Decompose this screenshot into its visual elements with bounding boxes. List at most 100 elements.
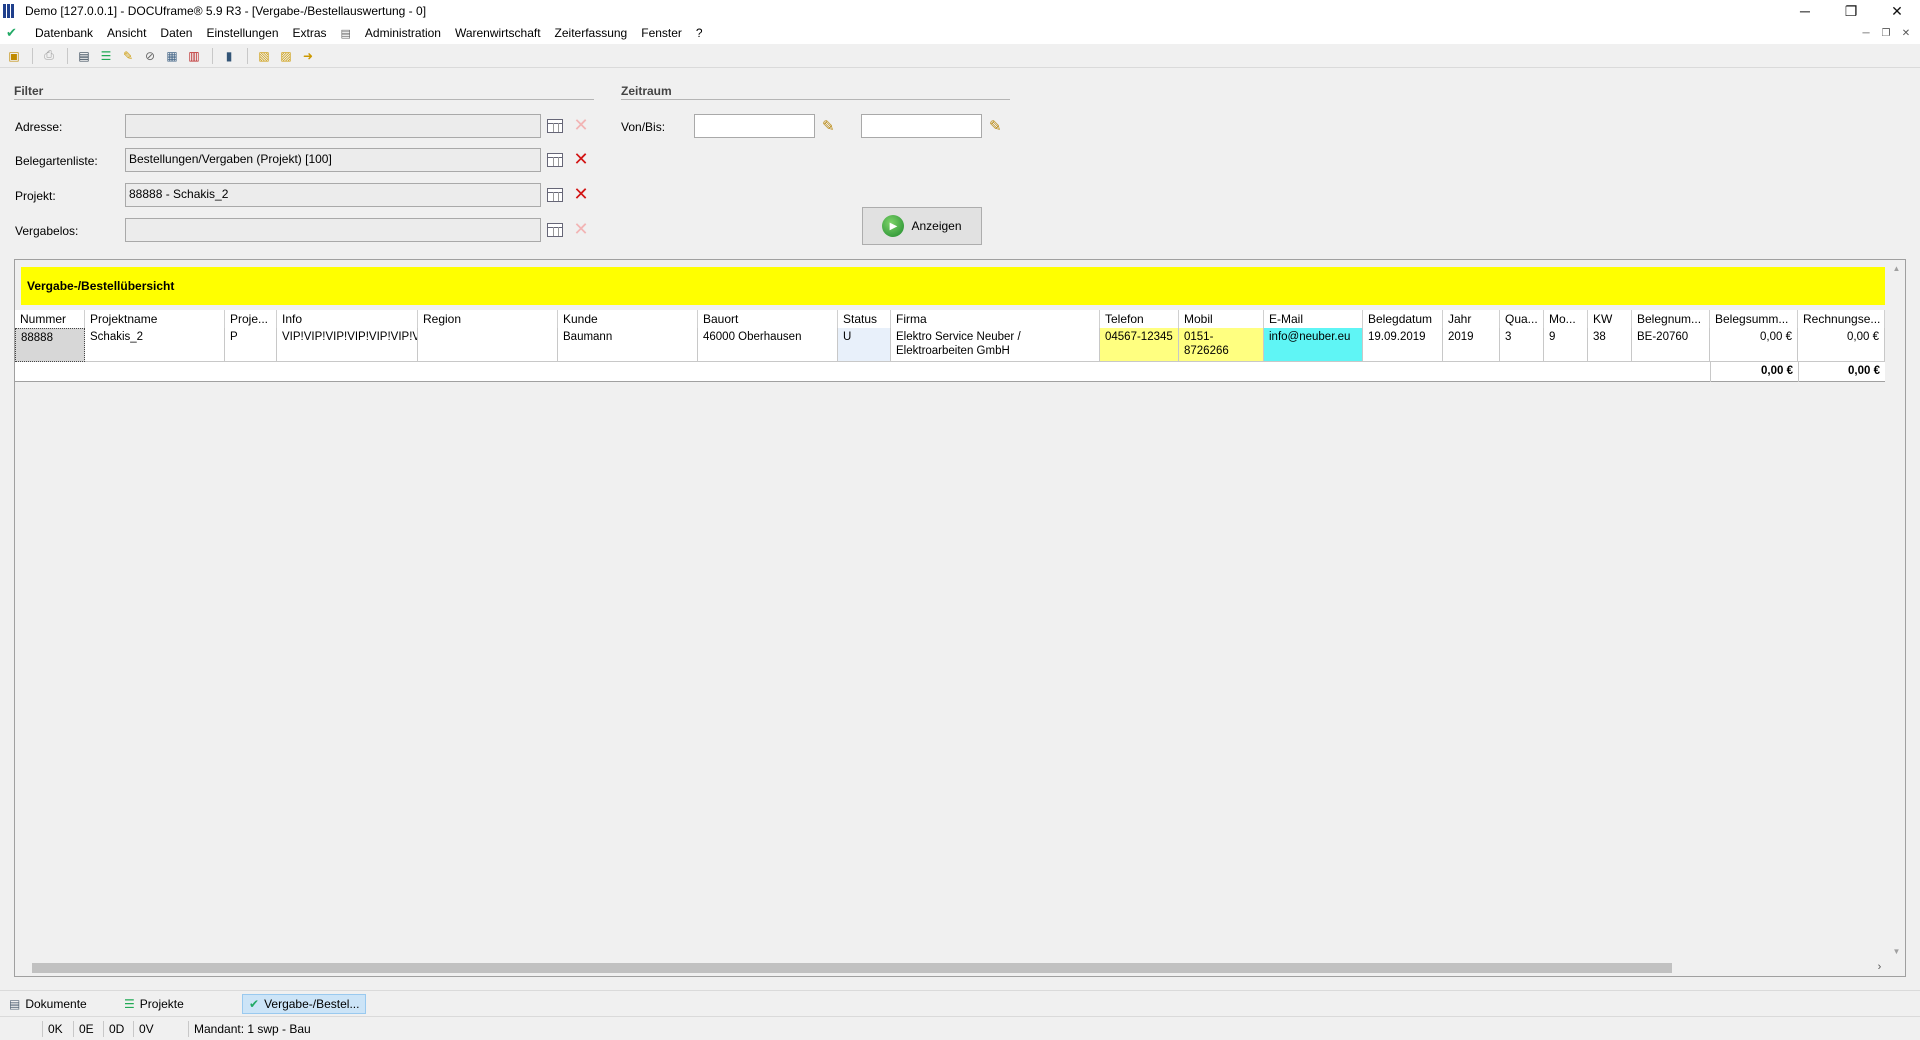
calendar-icon[interactable]: ▥ <box>184 46 204 66</box>
vergabelos-select-icon[interactable] <box>547 223 563 237</box>
cell-rechnungssumme[interactable]: 0,00 € <box>1798 328 1885 362</box>
menu-ansicht[interactable]: Ansicht <box>100 26 153 40</box>
col-header-mobil[interactable]: Mobil <box>1179 310 1264 328</box>
maximize-button[interactable]: ❐ <box>1828 0 1874 22</box>
cell-belegdatum[interactable]: 19.09.2019 <box>1363 328 1443 362</box>
print-icon[interactable]: ⎙ <box>39 46 59 66</box>
scroll-down-icon[interactable]: ▼ <box>1888 943 1905 960</box>
tab-projekte[interactable]: ☰ Projekte <box>118 994 190 1014</box>
col-header-belegnummer[interactable]: Belegnum... <box>1632 310 1710 328</box>
cell-jahr[interactable]: 2019 <box>1443 328 1500 362</box>
projekt-field[interactable]: 88888 - Schakis_2 <box>125 183 541 207</box>
attachment-icon[interactable]: ⊘ <box>140 46 160 66</box>
col-header-firma[interactable]: Firma <box>891 310 1100 328</box>
list-icon: ☰ <box>124 997 135 1011</box>
mdi-minimize-icon[interactable]: ─ <box>1858 25 1874 41</box>
anzeigen-button[interactable]: ▶ Anzeigen <box>862 207 982 245</box>
belegartenliste-clear-icon[interactable]: ✕ <box>572 150 590 168</box>
cell-kw[interactable]: 38 <box>1588 328 1632 362</box>
menu-administration[interactable]: Administration <box>358 26 448 40</box>
cell-email[interactable]: info@neuber.eu <box>1264 328 1363 362</box>
close-button[interactable]: ✕ <box>1874 0 1920 22</box>
menu-einstellungen[interactable]: Einstellungen <box>199 26 285 40</box>
col-header-monat[interactable]: Mo... <box>1544 310 1588 328</box>
vergabelos-field[interactable] <box>125 218 541 242</box>
scroll-right-icon[interactable]: › <box>1871 959 1888 976</box>
col-header-info[interactable]: Info <box>277 310 418 328</box>
app-menu-icon[interactable]: ✔ <box>6 26 24 40</box>
adresse-select-icon[interactable] <box>547 119 563 133</box>
col-header-quartal[interactable]: Qua... <box>1500 310 1544 328</box>
mdi-close-icon[interactable]: ✕ <box>1898 25 1914 41</box>
cell-monat[interactable]: 9 <box>1544 328 1588 362</box>
cell-status[interactable]: U <box>838 328 891 362</box>
table-row[interactable]: 88888 Schakis_2 P VIP!VIP!VIP!VIP!VIP!VI… <box>15 328 1885 362</box>
von-edit-pencil-icon[interactable]: ✎ <box>822 118 840 136</box>
cell-bauort[interactable]: 46000 Oberhausen <box>698 328 838 362</box>
new-folder-icon[interactable]: ▧ <box>254 46 274 66</box>
col-header-rechnungssumme[interactable]: Rechnungse... <box>1798 310 1885 328</box>
scroll-up-icon[interactable]: ▲ <box>1888 260 1905 277</box>
col-header-email[interactable]: E-Mail <box>1264 310 1363 328</box>
cell-telefon[interactable]: 04567-12345 <box>1100 328 1179 362</box>
filter-form: Filter Adresse: ✕ Belegartenliste: Beste… <box>0 69 1908 257</box>
cell-info[interactable]: VIP!VIP!VIP!VIP!VIP!VIP!VI <box>277 328 418 362</box>
open-folder-icon[interactable]: ▨ <box>276 46 296 66</box>
col-header-nummer[interactable]: Nummer <box>15 310 85 328</box>
menu-fenster[interactable]: Fenster <box>634 26 689 40</box>
menu-extras[interactable]: Extras <box>286 26 334 40</box>
projekt-clear-icon[interactable]: ✕ <box>572 185 590 203</box>
toolbar-separator <box>212 47 213 64</box>
col-header-kw[interactable]: KW <box>1588 310 1632 328</box>
database-icon[interactable]: ▣ <box>4 46 24 66</box>
phone-icon[interactable]: ▮ <box>219 46 239 66</box>
mdi-restore-icon[interactable]: ❐ <box>1878 25 1894 41</box>
vertical-scrollbar[interactable]: ▲ ▼ <box>1888 260 1905 960</box>
menu-help[interactable]: ? <box>689 26 710 40</box>
adresse-field[interactable] <box>125 114 541 138</box>
adresse-clear-icon[interactable]: ✕ <box>572 116 590 134</box>
cell-firma[interactable]: Elektro Service Neuber / Elektroarbeiten… <box>891 328 1100 362</box>
menu-daten[interactable]: Daten <box>153 26 199 40</box>
vergabelos-clear-icon[interactable]: ✕ <box>572 220 590 238</box>
tab-dokumente[interactable]: ▤ Dokumente <box>3 994 93 1014</box>
address-card-icon[interactable]: ▤ <box>74 46 94 66</box>
projekt-select-icon[interactable] <box>547 188 563 202</box>
menu-keyboard-icon[interactable]: ▤ <box>334 27 358 40</box>
document-icon[interactable]: ▦ <box>162 46 182 66</box>
col-header-telefon[interactable]: Telefon <box>1100 310 1179 328</box>
bis-edit-pencil-icon[interactable]: ✎ <box>989 118 1007 136</box>
cell-region[interactable] <box>418 328 558 362</box>
cell-quartal[interactable]: 3 <box>1500 328 1544 362</box>
cell-mobil[interactable]: 0151-8726266 <box>1179 328 1264 362</box>
belegartenliste-select-icon[interactable] <box>547 153 563 167</box>
von-date-field[interactable] <box>694 114 815 138</box>
cell-belegsumme[interactable]: 0,00 € <box>1710 328 1798 362</box>
menu-warenwirtschaft[interactable]: Warenwirtschaft <box>448 26 548 40</box>
col-header-region[interactable]: Region <box>418 310 558 328</box>
horizontal-scrollbar[interactable]: › <box>15 959 1890 976</box>
menu-zeiterfassung[interactable]: Zeiterfassung <box>548 26 635 40</box>
horizontal-scroll-thumb[interactable] <box>32 963 1672 973</box>
export-folder-icon[interactable]: ➜ <box>298 46 318 66</box>
cell-kunde[interactable]: Baumann <box>558 328 698 362</box>
col-header-projekttyp[interactable]: Proje... <box>225 310 277 328</box>
col-header-belegdatum[interactable]: Belegdatum <box>1363 310 1443 328</box>
tab-vergabe-bestel[interactable]: ✔ Vergabe-/Bestel... <box>242 994 367 1014</box>
bis-date-field[interactable] <box>861 114 982 138</box>
cell-nummer[interactable]: 88888 <box>15 328 85 362</box>
col-header-belegsumme[interactable]: Belegsumm... <box>1710 310 1798 328</box>
col-header-status[interactable]: Status <box>838 310 891 328</box>
col-header-jahr[interactable]: Jahr <box>1443 310 1500 328</box>
cell-projekttyp[interactable]: P <box>225 328 277 362</box>
list-icon[interactable]: ☰ <box>96 46 116 66</box>
minimize-button[interactable]: ─ <box>1782 0 1828 22</box>
col-header-bauort[interactable]: Bauort <box>698 310 838 328</box>
cell-projektname[interactable]: Schakis_2 <box>85 328 225 362</box>
notes-icon[interactable]: ✎ <box>118 46 138 66</box>
col-header-projektname[interactable]: Projektname <box>85 310 225 328</box>
cell-belegnummer[interactable]: BE-20760 <box>1632 328 1710 362</box>
col-header-kunde[interactable]: Kunde <box>558 310 698 328</box>
belegartenliste-field[interactable]: Bestellungen/Vergaben (Projekt) [100] <box>125 148 541 172</box>
menu-datenbank[interactable]: Datenbank <box>28 26 100 40</box>
